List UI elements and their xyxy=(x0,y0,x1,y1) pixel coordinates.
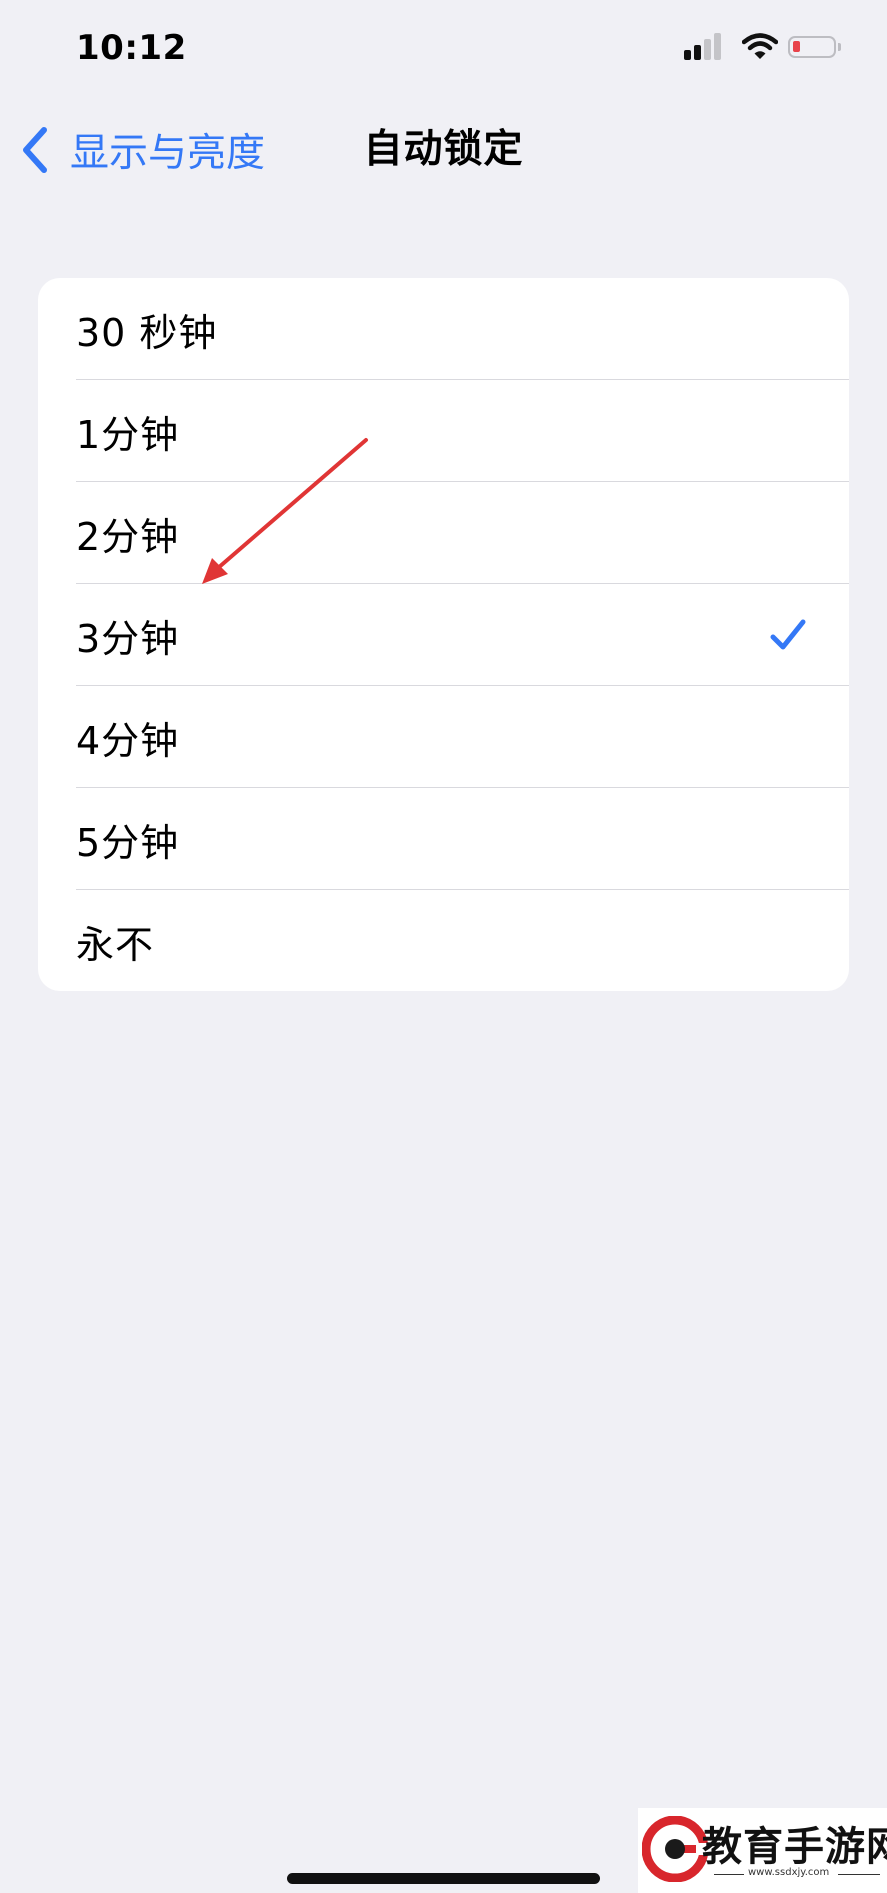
home-indicator[interactable] xyxy=(287,1873,600,1884)
battery-level xyxy=(793,41,800,52)
page-title: 自动锁定 xyxy=(363,127,524,172)
signal-bar xyxy=(694,45,701,60)
signal-bar xyxy=(684,50,691,60)
option-row-30-seconds[interactable]: 30 秒钟 xyxy=(38,278,849,380)
option-row-3-minutes[interactable]: 3分钟 xyxy=(38,584,849,686)
signal-bar xyxy=(704,39,711,60)
signal-bar xyxy=(714,33,721,60)
battery-cap xyxy=(838,43,841,51)
option-label: 3分钟 xyxy=(76,616,180,661)
option-row-4-minutes[interactable]: 4分钟 xyxy=(38,686,849,788)
watermark: 教育手游网 www.ssdxjy.com xyxy=(638,1808,887,1893)
watermark-logo-icon xyxy=(642,1816,708,1882)
option-label: 1分钟 xyxy=(76,412,180,457)
option-row-never[interactable]: 永不 xyxy=(38,890,849,991)
watermark-line xyxy=(714,1874,744,1875)
checkmark-icon xyxy=(770,619,806,650)
watermark-url: www.ssdxjy.com xyxy=(748,1867,830,1878)
battery-icon xyxy=(788,36,836,58)
option-row-1-minute[interactable]: 1分钟 xyxy=(38,380,849,482)
auto-lock-options-list: 30 秒钟 1分钟 2分钟 3分钟 4分钟 5分钟 永不 xyxy=(38,278,849,991)
status-icons xyxy=(684,30,854,66)
wifi-icon xyxy=(742,33,778,59)
option-label: 4分钟 xyxy=(76,718,180,763)
status-time: 10:12 xyxy=(76,28,187,68)
watermark-title: 教育手游网 xyxy=(702,1823,887,1870)
watermark-line xyxy=(838,1874,880,1875)
option-label: 永不 xyxy=(76,922,155,967)
option-row-5-minutes[interactable]: 5分钟 xyxy=(38,788,849,890)
option-label: 30 秒钟 xyxy=(76,310,218,355)
option-label: 2分钟 xyxy=(76,514,180,559)
option-label: 5分钟 xyxy=(76,820,180,865)
option-row-2-minutes[interactable]: 2分钟 xyxy=(38,482,849,584)
